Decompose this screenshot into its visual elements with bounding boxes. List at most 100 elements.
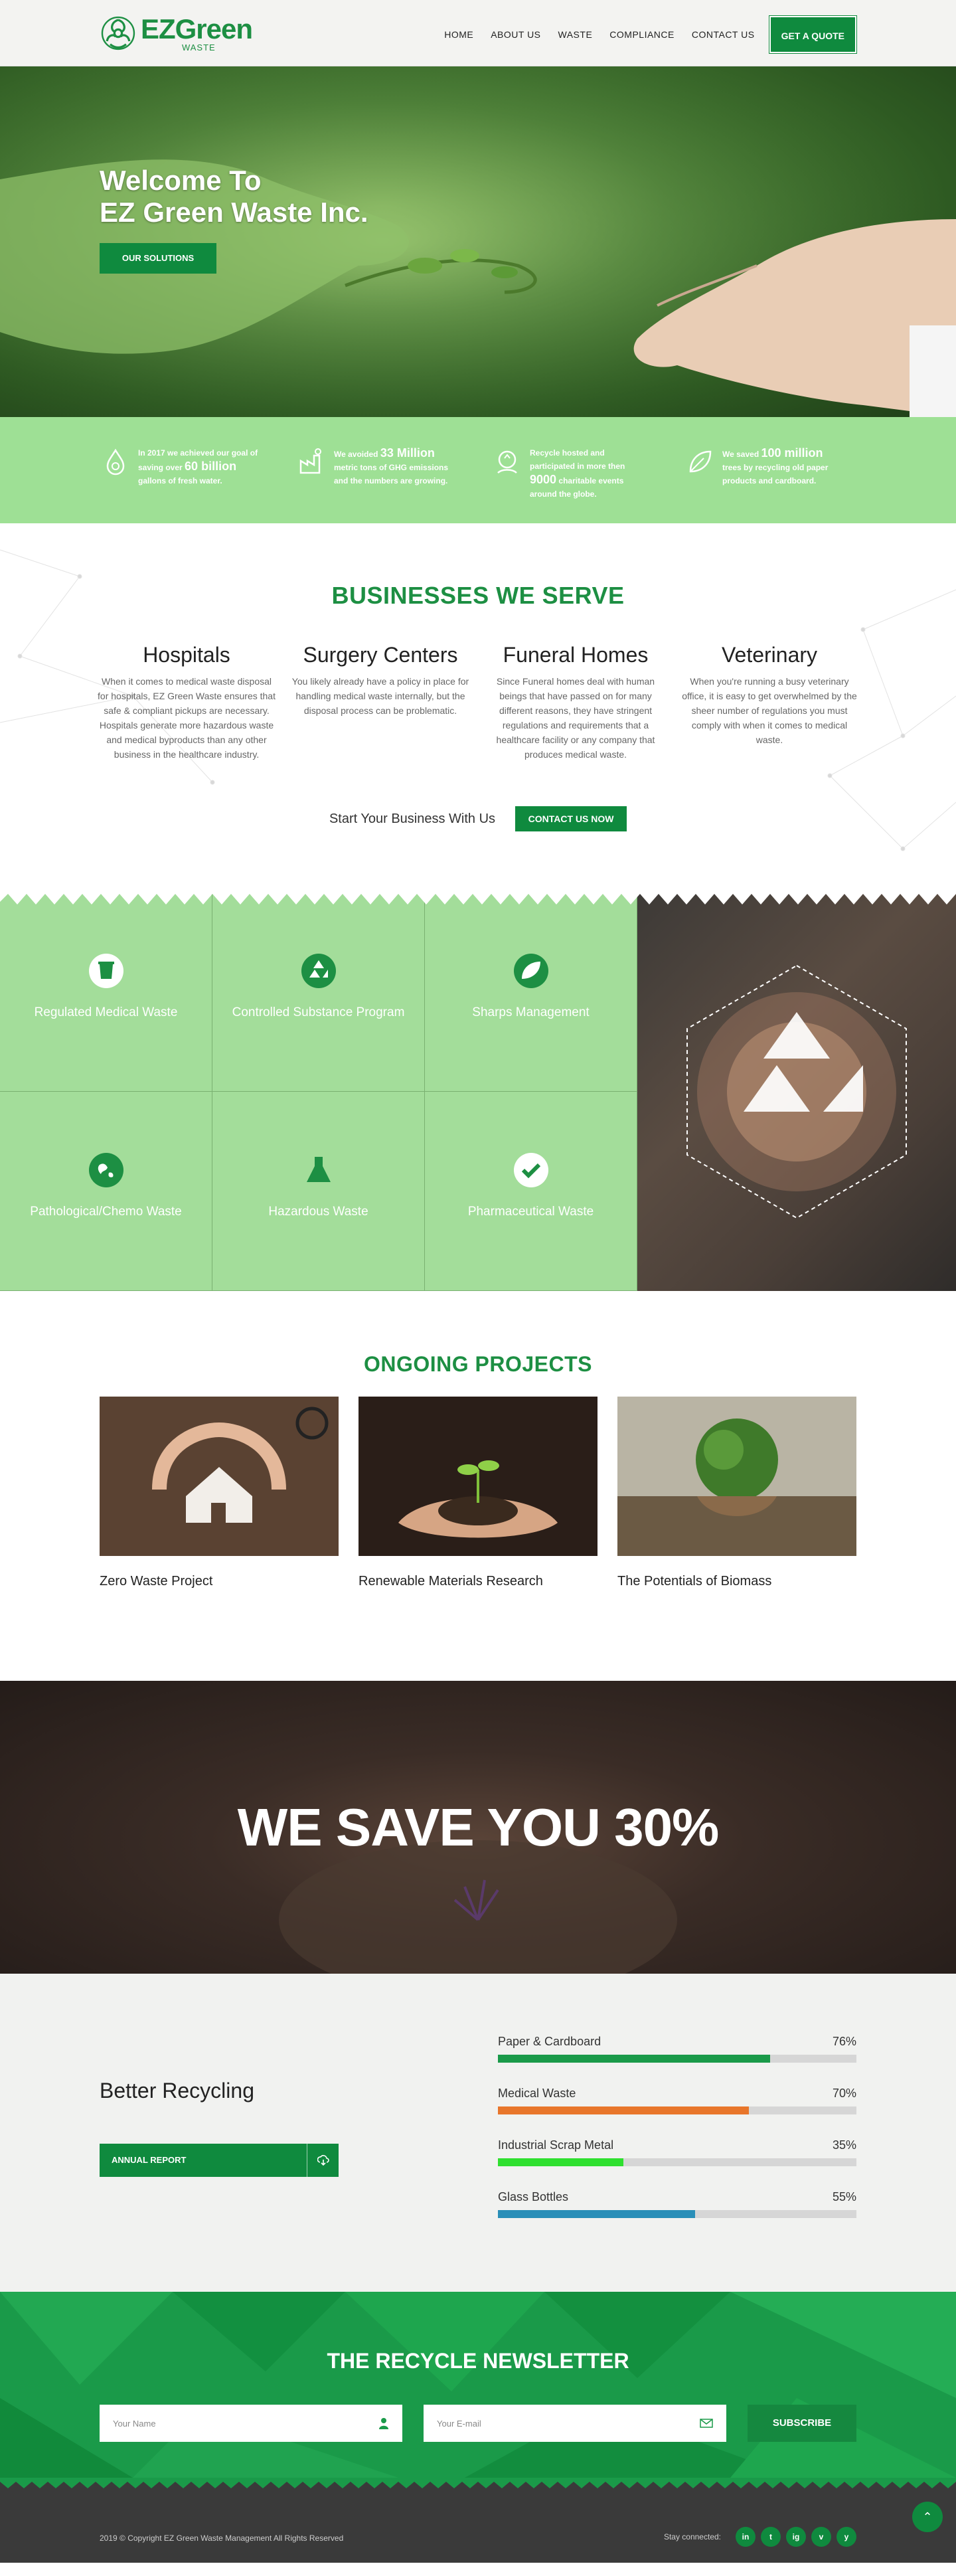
project-title: Renewable Materials Research xyxy=(358,1574,543,1589)
service-pharmaceutical-waste[interactable]: Pharmaceutical Waste xyxy=(425,1092,637,1291)
chevron-up-icon: ⌃ xyxy=(922,2510,933,2524)
main-nav: HOME ABOUT US WASTE COMPLIANCE CONTACT U… xyxy=(427,16,856,53)
bar-track xyxy=(498,2158,856,2166)
stat-item: We saved 100 million trees by recycling … xyxy=(684,446,843,487)
site-footer: 2019 © Copyright EZ Green Waste Manageme… xyxy=(0,2478,956,2563)
services-section: Regulated Medical Waste Controlled Subst… xyxy=(0,893,956,1291)
business-veterinary: Veterinary When you're running a busy ve… xyxy=(682,643,857,745)
bar-track xyxy=(498,2210,856,2218)
nav-home[interactable]: HOME xyxy=(444,29,473,40)
business-surgery-centers: Surgery Centers You likely already have … xyxy=(291,643,469,716)
recycle-hands-photo xyxy=(637,893,956,1291)
savings-banner: WE SAVE YOU 30% xyxy=(0,1681,956,1974)
zigzag-edge xyxy=(0,2478,956,2488)
service-sharps-management[interactable]: Sharps Management xyxy=(425,893,637,1092)
nav-waste[interactable]: WASTE xyxy=(558,29,593,40)
nav-about-us[interactable]: ABOUT US xyxy=(491,29,540,40)
project-title: The Potentials of Biomass xyxy=(617,1574,772,1589)
service-hazardous-waste[interactable]: Hazardous Waste xyxy=(212,1092,425,1291)
bar-track xyxy=(498,2106,856,2114)
envelope-icon xyxy=(700,2419,713,2428)
progress-bar-row: Medical Waste 70% xyxy=(498,2087,856,2114)
projects-title: ONGOING PROJECTS xyxy=(363,1352,593,1376)
bar-fill xyxy=(498,2210,695,2218)
flask-icon xyxy=(307,1157,331,1182)
leaf-icon xyxy=(514,954,548,988)
project-card[interactable]: Zero Waste Project xyxy=(100,1397,339,1589)
instagram-icon[interactable]: ig xyxy=(786,2527,806,2547)
progress-bar-row: Industrial Scrap Metal 35% xyxy=(498,2138,856,2166)
projects-section: ONGOING PROJECTS Zero Waste Project Rene… xyxy=(0,1291,956,1681)
business-funeral-homes: Funeral Homes Since Funeral homes deal w… xyxy=(496,643,655,760)
recycle-symbol-icon xyxy=(686,964,907,1219)
nav-contact-us[interactable]: CONTACT US xyxy=(692,29,755,40)
bar-track xyxy=(498,2055,856,2063)
bar-fill xyxy=(498,2158,623,2166)
bar-label: Industrial Scrap Metal xyxy=(498,2138,614,2152)
bar-label: Paper & Cardboard xyxy=(498,2035,601,2048)
service-pathological-chemo-waste[interactable]: Pathological/Chemo Waste xyxy=(0,1092,212,1291)
logo[interactable]: EZGreen WASTE xyxy=(100,7,253,60)
bar-percent: 55% xyxy=(832,2190,856,2203)
business-cta: Start Your Business With Us CONTACT US N… xyxy=(0,806,956,831)
site-header: EZGreen WASTE HOME ABOUT US WASTE COMPLI… xyxy=(0,0,956,66)
copyright-text: 2019 © Copyright EZ Green Waste Manageme… xyxy=(100,2533,344,2543)
service-regulated-medical-waste[interactable]: Regulated Medical Waste xyxy=(0,893,212,1092)
project-card[interactable]: The Potentials of Biomass xyxy=(617,1397,856,1589)
globe-icon xyxy=(89,1153,123,1187)
twitter-icon[interactable]: t xyxy=(761,2527,781,2547)
stat-item: We avoided 33 Million metric tons of GHG… xyxy=(295,446,455,487)
polygon-background xyxy=(0,2292,956,2478)
contact-us-now-button[interactable]: CONTACT US NOW xyxy=(515,806,627,831)
logo-name: EZGreen xyxy=(140,13,253,44)
check-icon xyxy=(514,1153,548,1187)
zigzag-edge xyxy=(0,893,956,904)
our-solutions-button[interactable]: OUR SOLUTIONS xyxy=(100,243,216,274)
hero-handshake-image xyxy=(0,66,956,417)
bar-label: Medical Waste xyxy=(498,2087,576,2100)
vimeo-icon[interactable]: v xyxy=(811,2527,831,2547)
tree-leaf-icon xyxy=(689,450,712,473)
bar-percent: 70% xyxy=(832,2087,856,2100)
linkedin-icon[interactable]: in xyxy=(736,2527,756,2547)
services-grid: Regulated Medical Waste Controlled Subst… xyxy=(0,893,637,1291)
biohazard-logo-icon xyxy=(101,16,135,50)
stay-connected-label: Stay connected: xyxy=(663,2532,721,2541)
newsletter-section: THE RECYCLE NEWSLETTER Your Name Your E-… xyxy=(0,2292,956,2478)
service-controlled-substance-program[interactable]: Controlled Substance Program xyxy=(212,893,425,1092)
bar-percent: 35% xyxy=(832,2138,856,2152)
stats-band: In 2017 we achieved our goal of saving o… xyxy=(0,417,956,523)
biomass-tree-image xyxy=(617,1397,856,1556)
factory-cloud-icon xyxy=(299,448,321,474)
yelp-icon[interactable]: y xyxy=(836,2527,856,2547)
subscribe-button[interactable]: SUBSCRIBE xyxy=(748,2405,856,2442)
download-cloud-icon xyxy=(307,2144,339,2177)
bin-icon xyxy=(89,954,123,988)
sprout-hands-image xyxy=(358,1397,598,1556)
cta-text: Start Your Business With Us xyxy=(329,811,496,826)
business-hospitals: Hospitals When it comes to medical waste… xyxy=(98,643,276,760)
savings-headline: WE SAVE YOU 30% xyxy=(237,1798,720,1857)
bar-fill xyxy=(498,2106,749,2114)
stat-item: In 2017 we achieved our goal of saving o… xyxy=(100,446,259,487)
hero-banner: Welcome To EZ Green Waste Inc. OUR SOLUT… xyxy=(0,66,956,417)
progress-bar-row: Glass Bottles 55% xyxy=(498,2190,856,2218)
project-title: Zero Waste Project xyxy=(100,1574,213,1589)
recycle-hands-icon xyxy=(497,450,517,473)
house-hands-image xyxy=(100,1397,339,1556)
hero-title: Welcome To EZ Green Waste Inc. xyxy=(100,165,368,228)
nav-compliance[interactable]: COMPLIANCE xyxy=(609,29,675,40)
email-field[interactable]: Your E-mail xyxy=(424,2405,726,2442)
project-card[interactable]: Renewable Materials Research xyxy=(358,1397,598,1589)
name-field[interactable]: Your Name xyxy=(100,2405,402,2442)
get-a-quote-button[interactable]: GET A QUOTE xyxy=(769,16,856,53)
recycle-icon xyxy=(301,954,336,988)
social-links: Stay connected: in t ig v y xyxy=(664,2527,856,2547)
bar-fill xyxy=(498,2055,771,2063)
better-recycling-title: Better Recycling xyxy=(100,2079,254,2103)
annual-report-button[interactable]: ANNUAL REPORT xyxy=(100,2144,339,2177)
recycling-section: Better Recycling ANNUAL REPORT Paper & C… xyxy=(0,1974,956,2292)
user-icon xyxy=(379,2418,388,2429)
businesses-title: BUSINESSES WE SERVE xyxy=(331,582,625,609)
scroll-to-top-button[interactable]: ⌃ xyxy=(912,2502,943,2532)
